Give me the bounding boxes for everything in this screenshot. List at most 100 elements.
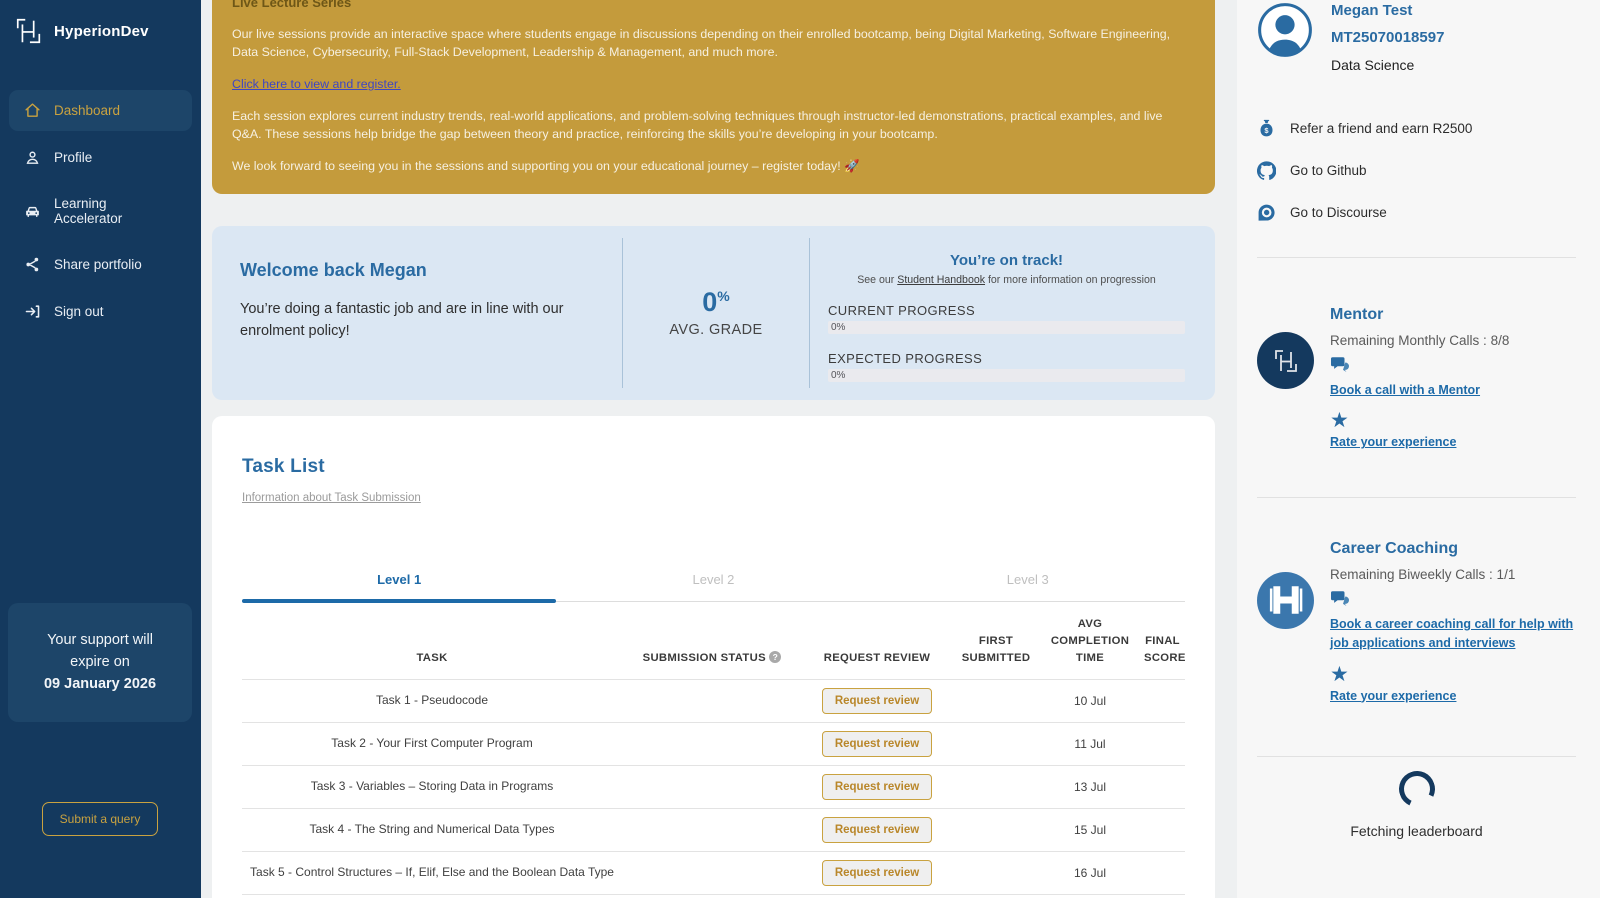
task-name: Task 6 - Logical Programming – Operators: [242, 893, 622, 898]
user-name: Megan Test: [1331, 2, 1413, 19]
discourse-label: Go to Discourse: [1290, 205, 1387, 220]
main-content: Live Lecture Series Our live sessions pr…: [212, 0, 1215, 898]
final-score-cell: [1140, 807, 1185, 852]
submission-status-cell: [622, 807, 802, 852]
refer-a-friend-link[interactable]: $ Refer a friend and earn R2500: [1257, 119, 1576, 138]
student-handbook-link[interactable]: Student Handbook: [897, 274, 985, 286]
profile-header: Megan Test MT25070018597 Data Science: [1257, 0, 1576, 73]
share-icon: [26, 257, 39, 272]
first-submitted-cell: [952, 807, 1040, 852]
career-remaining-calls: Remaining Biweekly Calls : 1/1: [1330, 566, 1516, 582]
avg-grade-label: AVG. GRADE: [669, 322, 763, 339]
money-bag-icon: $: [1260, 119, 1273, 137]
first-submitted-cell: [952, 893, 1040, 898]
star-icon: ★: [1330, 662, 1349, 686]
star-icon: ★: [1330, 409, 1349, 433]
mentor-rate-experience-link[interactable]: Rate your experience: [1330, 433, 1509, 452]
mentor-heading: Mentor: [1330, 306, 1384, 323]
person-icon: [26, 151, 39, 164]
final-score-cell: [1140, 721, 1185, 766]
request-review-button[interactable]: Request review: [821, 773, 933, 800]
support-expiry-line2: expire on: [70, 653, 130, 670]
sidebar-item-label: Learning Accelerator: [54, 196, 123, 226]
table-row: Task 3 - Variables – Storing Data in Pro…: [242, 764, 1185, 809]
welcome-card: Welcome back Megan You’re doing a fantas…: [212, 225, 1215, 400]
current-progress-label: CURRENT PROGRESS: [828, 302, 976, 318]
avg-grade-value: 0%: [702, 287, 730, 318]
sidebar-item-learning-accelerator[interactable]: Learning Accelerator: [9, 184, 192, 238]
sidebar-item-dashboard[interactable]: Dashboard: [9, 90, 192, 131]
submission-status-cell: [622, 764, 802, 809]
submission-status-cell: [622, 721, 802, 766]
task-name: Task 1 - Pseudocode: [242, 678, 622, 723]
banner-paragraph-2: Each session explores current industry t…: [232, 108, 1163, 141]
help-icon[interactable]: ?: [769, 650, 782, 663]
github-link[interactable]: Go to Github: [1257, 161, 1576, 180]
loading-spinner-icon: [1393, 765, 1440, 812]
sidebar-nav: Dashboard Profile Learning Accelerator S…: [0, 90, 201, 332]
level-tabs: Level 1 Level 2 Level 3: [242, 572, 1185, 603]
sidebar-item-sign-out[interactable]: Sign out: [9, 291, 192, 332]
support-expiry-notice: Your support will expire on 09 January 2…: [8, 603, 192, 723]
banner-title: Live Lecture Series: [232, 0, 352, 10]
profile-panel: Megan Test MT25070018597 Data Science $ …: [1237, 0, 1600, 898]
mentor-remaining-calls: Remaining Monthly Calls : 8/8: [1330, 333, 1510, 348]
task-list-heading: Task List: [242, 455, 325, 477]
final-score-cell: [1140, 893, 1185, 898]
column-header-task: TASK: [416, 651, 448, 664]
avg-completion-time-cell: 13 Jul: [1040, 764, 1140, 809]
column-header-submission-status: SUBMISSION STATUS ?: [622, 602, 802, 679]
sidebar-item-label: Sign out: [54, 304, 104, 319]
table-row: Task 6 - Logical Programming – Operators…: [242, 893, 1185, 898]
divider: [1257, 257, 1576, 258]
refer-a-friend-label: Refer a friend and earn R2500: [1290, 121, 1473, 136]
table-row: Task 5 - Control Structures – If, Elif, …: [242, 850, 1185, 895]
banner-register-link[interactable]: Click here to view and register.: [232, 77, 401, 91]
mentor-avatar: [1257, 332, 1314, 389]
home-icon: [25, 103, 40, 117]
discourse-link[interactable]: Go to Discourse: [1257, 203, 1576, 222]
github-icon: [1257, 161, 1276, 180]
task-name: Task 2 - Your First Computer Program: [242, 721, 622, 766]
request-review-button[interactable]: Request review: [821, 816, 933, 843]
book-mentor-call-link[interactable]: Book a call with a Mentor: [1330, 381, 1509, 400]
tab-level-2[interactable]: Level 2: [556, 572, 870, 601]
tab-level-1[interactable]: Level 1: [242, 572, 557, 603]
track-note-prefix: See our: [857, 273, 898, 286]
tab-level-3[interactable]: Level 3: [871, 572, 1185, 601]
table-row: Task 4 - The String and Numerical Data T…: [242, 807, 1185, 852]
expected-progress-value: 0%: [831, 369, 846, 381]
avg-completion-time-cell: 10 Jul: [1040, 678, 1140, 723]
course-name: Data Science: [1331, 57, 1415, 73]
career-rate-experience-link[interactable]: Rate your experience: [1330, 687, 1576, 706]
brand-logo: HyperionDev: [0, 0, 201, 62]
request-review-button[interactable]: Request review: [821, 687, 933, 714]
sidebar-item-share-portfolio[interactable]: Share portfolio: [9, 244, 192, 285]
avg-completion-time-cell: 16 Jul: [1040, 850, 1140, 895]
student-id: MT25070018597: [1331, 29, 1445, 46]
current-progress-value: 0%: [831, 321, 846, 333]
request-review-button[interactable]: Request review: [821, 730, 933, 757]
expected-progress-bar: 0%: [828, 368, 1185, 382]
quick-links: $ Refer a friend and earn R2500 Go to Gi…: [1257, 119, 1576, 222]
track-note: See our Student Handbook for more inform…: [828, 274, 1185, 286]
request-review-button[interactable]: Request review: [821, 859, 933, 886]
live-lecture-banner: Live Lecture Series Our live sessions pr…: [212, 0, 1215, 194]
final-score-cell: [1140, 850, 1185, 895]
task-name: Task 5 - Control Structures – If, Elif, …: [242, 850, 622, 895]
first-submitted-cell: [952, 764, 1040, 809]
submit-query-button[interactable]: Submit a query: [42, 802, 158, 836]
final-score-cell: [1140, 764, 1185, 809]
track-note-suffix: for more information on progression: [985, 273, 1156, 286]
table-row: Task 2 - Your First Computer Program Req…: [242, 721, 1185, 766]
mentor-section: Mentor Remaining Monthly Calls : 8/8 Boo…: [1257, 306, 1576, 453]
career-coaching-heading: Career Coaching: [1330, 539, 1459, 557]
task-submission-info-link[interactable]: Information about Task Submission: [242, 492, 421, 504]
hyperiondev-h-icon: [1269, 586, 1302, 615]
on-track-heading: You’re on track!: [949, 251, 1064, 269]
book-career-coaching-link[interactable]: Book a career coaching call for help wit…: [1330, 615, 1576, 654]
support-expiry-date: 09 January 2026: [43, 675, 157, 692]
sidebar-item-profile[interactable]: Profile: [9, 137, 192, 178]
career-coaching-section: Career Coaching Remaining Biweekly Calls…: [1257, 540, 1576, 706]
submission-status-cell: [622, 850, 802, 895]
